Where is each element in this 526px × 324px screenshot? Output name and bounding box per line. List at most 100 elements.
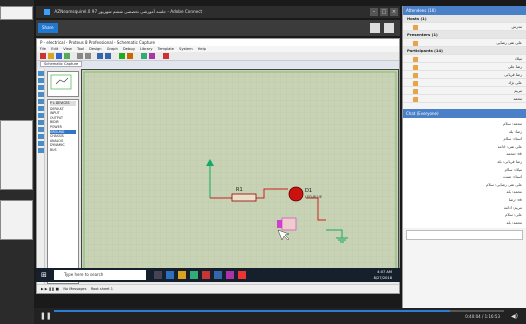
proteus-window: P - electrical - Proteus 8 Professional … bbox=[36, 38, 400, 294]
taskbar-search[interactable]: Type here to search bbox=[54, 270, 146, 280]
minimize-icon[interactable]: – bbox=[370, 8, 378, 16]
app-icon[interactable] bbox=[238, 271, 246, 279]
chat-message: محمد: ok bbox=[506, 151, 522, 157]
window-title-bar: AZNeamsquirel.0 جلسه آموزشی تخصصی ششم شه… bbox=[36, 6, 400, 18]
led-label: D1 bbox=[305, 188, 312, 194]
new-icon[interactable] bbox=[40, 53, 46, 59]
task-view-icon[interactable] bbox=[154, 271, 162, 279]
menu-template[interactable]: Template bbox=[158, 47, 174, 51]
menu-help[interactable]: Help bbox=[198, 47, 206, 51]
attendee-row[interactable]: میلاد bbox=[403, 55, 526, 63]
zoom-in-icon[interactable] bbox=[77, 53, 83, 59]
component-icon[interactable] bbox=[127, 53, 133, 59]
menu-file[interactable]: File bbox=[40, 47, 46, 51]
menu-library[interactable]: Library bbox=[140, 47, 153, 51]
participants-group[interactable]: Participants (14) bbox=[403, 47, 526, 55]
seek-bar[interactable] bbox=[54, 310, 504, 312]
graph-icon[interactable] bbox=[38, 127, 44, 132]
attendee-row[interactable]: علی تقی رضایی bbox=[403, 39, 526, 47]
volume-icon[interactable]: ◀) bbox=[511, 313, 518, 320]
tab-schematic-capture[interactable]: Schematic Capture bbox=[40, 61, 83, 67]
bom-icon[interactable] bbox=[149, 53, 155, 59]
undo-icon[interactable] bbox=[97, 53, 103, 59]
fullscreen-icon[interactable] bbox=[370, 23, 380, 33]
menu-debug[interactable]: Debug bbox=[123, 47, 135, 51]
close-icon[interactable]: × bbox=[390, 8, 398, 16]
edge-icon[interactable] bbox=[166, 271, 174, 279]
pod-menu-icon[interactable] bbox=[384, 23, 394, 33]
attendee-row[interactable]: مریم bbox=[403, 87, 526, 95]
presenters-group[interactable]: Presenters (1) bbox=[403, 31, 526, 39]
print-icon[interactable] bbox=[64, 53, 70, 59]
attendee-row[interactable]: مدرس bbox=[403, 23, 526, 31]
background-panel bbox=[0, 120, 33, 190]
windows-start-icon[interactable]: ⊞ bbox=[41, 271, 49, 279]
menu-view[interactable]: View bbox=[63, 47, 72, 51]
share-tab[interactable]: Share bbox=[38, 23, 58, 33]
chat-message: رضا: ok bbox=[508, 196, 522, 202]
resistor-label: R1 bbox=[236, 187, 243, 193]
terminals-list: P L DEVICES DEFAULT INPUT OUTPUT BIDIR P… bbox=[47, 99, 79, 284]
open-icon[interactable] bbox=[48, 53, 54, 59]
text-icon[interactable] bbox=[38, 99, 44, 104]
attendee-row[interactable]: محمد bbox=[403, 95, 526, 103]
attendee-row[interactable]: رضا قربانی bbox=[403, 71, 526, 79]
save-icon[interactable] bbox=[56, 53, 62, 59]
terminal-icon[interactable] bbox=[38, 113, 44, 118]
chat-message: محمد: بله bbox=[506, 219, 522, 225]
chat-messages: محمد: سلام رضا: بله استاد: سلام علی تقی:… bbox=[403, 118, 526, 229]
attendee-row[interactable]: رضا علی bbox=[403, 63, 526, 71]
pin-icon[interactable] bbox=[38, 120, 44, 125]
generator-icon[interactable] bbox=[38, 141, 44, 146]
maximize-icon[interactable]: □ bbox=[380, 8, 388, 16]
select-icon[interactable] bbox=[38, 71, 44, 76]
user-icon bbox=[413, 64, 418, 70]
attendees-header: Attendees (16) bbox=[403, 6, 526, 15]
chat-header: Chat (Everyone) bbox=[403, 109, 526, 118]
schematic-canvas[interactable]: R1 D1 LED-BLUE bbox=[81, 69, 399, 274]
rotate-icon[interactable] bbox=[38, 148, 44, 153]
store-icon[interactable] bbox=[190, 271, 198, 279]
redo-icon[interactable] bbox=[105, 53, 111, 59]
sheet-border bbox=[83, 71, 397, 272]
junction-icon[interactable] bbox=[38, 85, 44, 90]
menu-tool[interactable]: Tool bbox=[77, 47, 84, 51]
explorer-icon[interactable] bbox=[178, 271, 186, 279]
mode-toolbar bbox=[37, 69, 45, 284]
probe-icon[interactable] bbox=[38, 134, 44, 139]
app-icon[interactable] bbox=[226, 271, 234, 279]
menu-edit[interactable]: Edit bbox=[51, 47, 58, 51]
seek-progress bbox=[54, 310, 450, 312]
clock-date: 8/27/2018 bbox=[373, 276, 392, 280]
attendee-row[interactable]: علی نژاد bbox=[403, 79, 526, 87]
chat-message: مریم: ادامه bbox=[503, 204, 522, 210]
user-icon bbox=[413, 72, 418, 78]
bus-icon[interactable] bbox=[38, 106, 44, 111]
play-button[interactable]: ▶ ▶ ❚❚ ■ bbox=[41, 287, 59, 291]
component-mode-icon[interactable] bbox=[38, 78, 44, 83]
device-bus[interactable]: BUS bbox=[50, 148, 76, 153]
overview-window[interactable] bbox=[47, 71, 79, 97]
pcb-icon[interactable] bbox=[163, 53, 169, 59]
tab-strip: Schematic Capture bbox=[37, 61, 399, 68]
chat-message: میلاد: سلام bbox=[504, 166, 522, 172]
background-window-strip bbox=[0, 0, 34, 324]
app-icon[interactable] bbox=[202, 271, 210, 279]
menu-design[interactable]: Design bbox=[89, 47, 101, 51]
schematic-drawing: R1 D1 LED-BLUE bbox=[83, 71, 397, 272]
netlist-icon[interactable] bbox=[141, 53, 147, 59]
wire-icon[interactable] bbox=[119, 53, 125, 59]
hosts-group[interactable]: Hosts (1) bbox=[403, 15, 526, 23]
menu-graph[interactable]: Graph bbox=[107, 47, 118, 51]
play-pause-icon[interactable]: ❚❚ bbox=[40, 312, 52, 320]
menu-system[interactable]: System bbox=[179, 47, 192, 51]
zoom-out-icon[interactable] bbox=[85, 53, 91, 59]
label-icon[interactable] bbox=[38, 92, 44, 97]
user-icon bbox=[413, 80, 418, 86]
user-icon bbox=[413, 24, 418, 30]
chat-input[interactable] bbox=[406, 230, 523, 241]
proteus-taskbar-icon[interactable] bbox=[214, 271, 222, 279]
proteus-title: P - electrical - Proteus 8 Professional … bbox=[37, 39, 399, 46]
user-icon bbox=[413, 40, 418, 46]
chat-message: استاد: تست bbox=[503, 174, 522, 180]
